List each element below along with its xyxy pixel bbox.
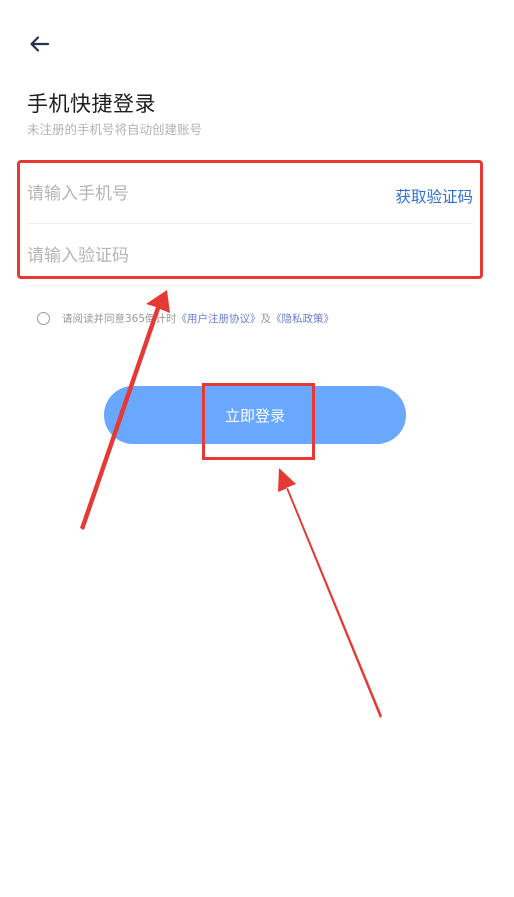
page-subtitle: 未注册的手机号将自动创建账号 <box>27 122 203 137</box>
privacy-policy-link[interactable]: 《隐私政策》 <box>271 311 334 326</box>
get-code-button[interactable]: 获取验证码 <box>395 185 473 207</box>
phone-input[interactable] <box>27 177 347 211</box>
login-button[interactable]: 立即登录 <box>104 386 406 444</box>
login-form: 获取验证码 <box>17 160 483 286</box>
back-button[interactable] <box>28 33 52 55</box>
code-row <box>27 229 473 286</box>
page-title: 手机快捷登录 <box>27 92 156 116</box>
agreement-text: 请阅读并同意365倒计时 <box>62 312 177 325</box>
login-button-label: 立即登录 <box>224 406 285 425</box>
phone-row: 获取验证码 <box>27 167 473 224</box>
user-agreement-link[interactable]: 《用户注册协议》 <box>177 311 261 326</box>
agreement-connector: 及 <box>260 312 272 325</box>
arrow-left-icon <box>30 36 50 52</box>
arrow-to-login <box>278 468 382 718</box>
code-input[interactable] <box>27 239 347 273</box>
agree-radio[interactable] <box>37 311 50 325</box>
agreement-row: 请阅读并同意365倒计时 《用户注册协议》 及 《隐私政策》 <box>37 309 334 327</box>
